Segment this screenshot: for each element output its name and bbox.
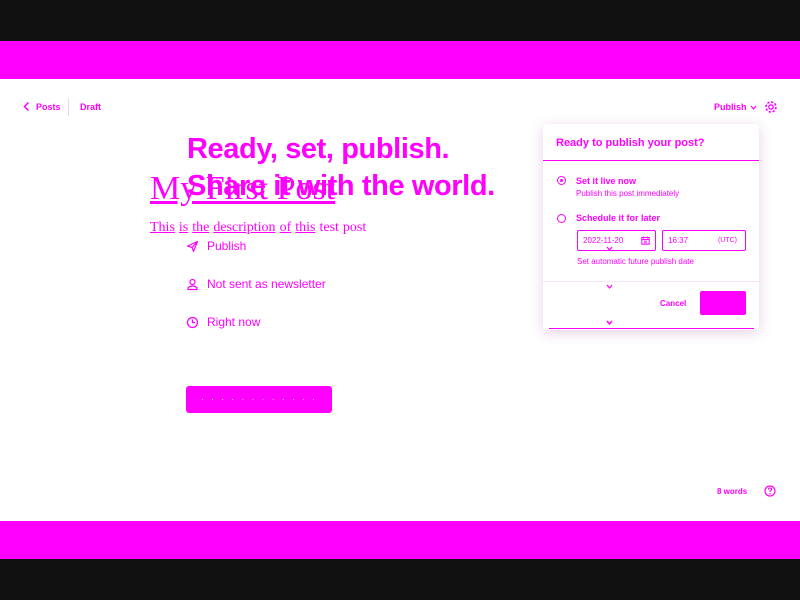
publish-headline-line-2: Share it with the world. — [187, 170, 495, 202]
newsletter-user-icon — [187, 278, 198, 290]
top-frame — [0, 0, 800, 41]
schedule-later-radio[interactable] — [557, 214, 566, 223]
chevron-down-icon — [606, 246, 613, 251]
nav-divider — [68, 98, 69, 116]
description-word: this — [295, 220, 316, 235]
panel-footer-divider — [543, 281, 759, 282]
panel-divider — [543, 160, 759, 161]
publish-time-label: Right now — [207, 315, 261, 329]
chevron-down-icon — [750, 105, 756, 110]
gear-icon[interactable] — [764, 100, 778, 114]
auto-publish-note: Set automatic future publish date — [577, 257, 694, 266]
description-word: post — [342, 220, 367, 235]
chevron-left-icon — [23, 101, 30, 112]
top-bar — [0, 41, 800, 79]
publish-date-value: 2022-11-20 — [583, 236, 624, 245]
bottom-frame — [0, 559, 800, 600]
back-link-label: Posts — [36, 101, 61, 112]
clock-icon — [186, 316, 199, 328]
publish-menu-button[interactable]: Publish — [714, 102, 757, 112]
panel-bottom-divider — [549, 328, 754, 329]
chevron-down-icon — [606, 284, 613, 289]
publish-now-radio[interactable] — [557, 176, 566, 185]
description-word: This — [150, 220, 175, 235]
publish-action-option[interactable]: Publish — [186, 239, 246, 253]
publish-date-field[interactable]: 2022-11-20 — [577, 230, 656, 251]
description-word: the — [192, 220, 210, 235]
word-count: 8 words — [717, 487, 748, 496]
newsletter-option[interactable]: Not sent as newsletter — [186, 277, 326, 291]
back-to-posts-link[interactable]: Posts — [22, 101, 61, 112]
post-status: Draft — [80, 102, 102, 112]
help-icon[interactable] — [764, 485, 776, 497]
continue-button[interactable]: · · · · · · · · · · · · — [186, 386, 332, 413]
description-word: description — [213, 220, 276, 235]
timezone-label: (UTC) — [717, 237, 737, 244]
publish-now-description: Publish this post immediately — [576, 189, 680, 198]
description-word: of — [279, 220, 292, 235]
publish-action-label: Publish — [207, 239, 247, 253]
publish-panel: Ready to publish your post? Set it live … — [543, 124, 759, 330]
chevron-down-icon — [606, 320, 613, 325]
confirm-publish-button[interactable] — [700, 291, 746, 315]
newsletter-option-label: Not sent as newsletter — [207, 277, 326, 291]
publish-menu-label: Publish — [714, 102, 747, 112]
publish-time-option[interactable]: Right now — [186, 315, 260, 329]
post-description[interactable]: This is the description of this test post — [150, 220, 370, 236]
bottom-bar — [0, 521, 800, 559]
cancel-button[interactable]: Cancel — [660, 299, 686, 308]
publish-time-value: 16:37 — [668, 236, 689, 245]
description-word: is — [178, 220, 189, 235]
schedule-later-label[interactable]: Schedule it for later — [576, 213, 660, 223]
publish-time-field[interactable]: 16:37 (UTC) — [662, 230, 746, 251]
description-word: test — [319, 220, 339, 235]
panel-title: Ready to publish your post? — [556, 137, 705, 149]
calendar-icon[interactable] — [641, 236, 650, 245]
publish-headline-line-1: Ready, set, publish. — [187, 133, 450, 165]
publish-now-label[interactable]: Set it live now — [576, 176, 636, 186]
send-icon — [186, 240, 199, 252]
